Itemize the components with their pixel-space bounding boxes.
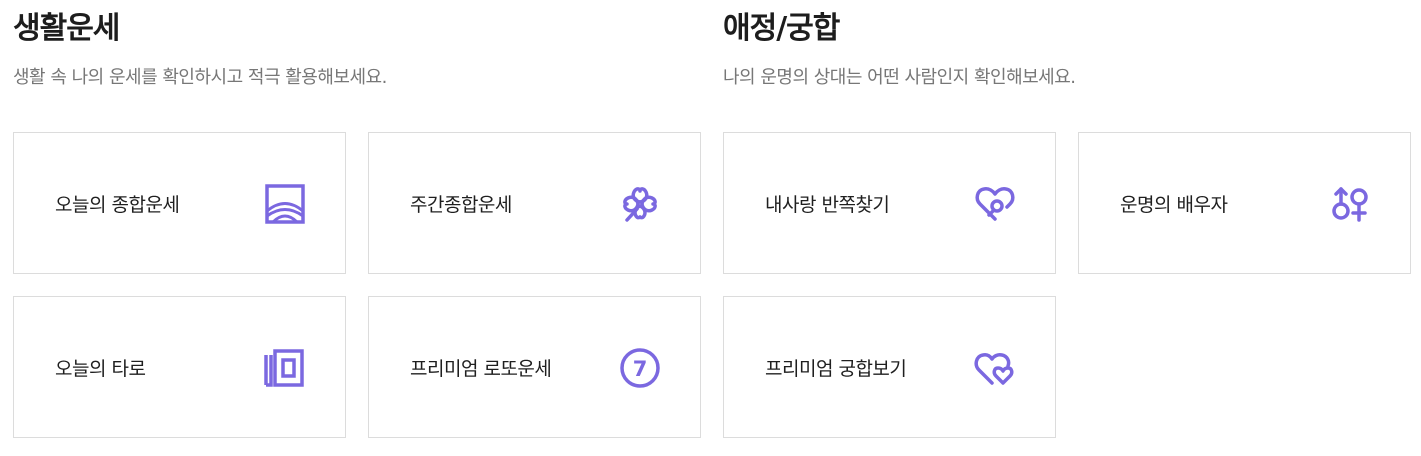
section-description-life: 생활 속 나의 운세를 확인하시고 적극 활용해보세요.: [13, 67, 387, 88]
sunrise-window-icon: [264, 183, 306, 225]
card-label: 프리미엄 로또운세: [410, 358, 552, 380]
clover-icon: [619, 183, 661, 225]
card-today-tarot[interactable]: 오늘의 타로: [13, 296, 346, 438]
card-label: 오늘의 타로: [55, 358, 146, 380]
card-weekly-fortune[interactable]: 주간종합운세: [368, 132, 701, 274]
card-premium-compatibility[interactable]: 프리미엄 궁합보기: [723, 296, 1056, 438]
card-label: 내사랑 반쪽찾기: [765, 194, 890, 216]
heart-search-icon: [974, 183, 1016, 225]
card-label: 오늘의 종합운세: [55, 194, 180, 216]
card-find-soulmate[interactable]: 내사랑 반쪽찾기: [723, 132, 1056, 274]
card-label: 주간종합운세: [410, 194, 512, 216]
card-label: 프리미엄 궁합보기: [765, 358, 907, 380]
tarot-cards-icon: [264, 347, 306, 389]
section-title-love: 애정/궁합: [723, 11, 840, 46]
card-premium-lotto[interactable]: 프리미엄 로또운세 7: [368, 296, 701, 438]
lotto-ball-7-icon: 7: [619, 347, 661, 389]
card-today-fortune[interactable]: 오늘의 종합운세: [13, 132, 346, 274]
card-destined-spouse[interactable]: 운명의 배우자: [1078, 132, 1411, 274]
gender-symbols-icon: [1329, 183, 1371, 225]
card-label: 운명의 배우자: [1120, 194, 1228, 216]
double-heart-icon: [974, 347, 1016, 389]
section-description-love: 나의 운명의 상대는 어떤 사람인지 확인해보세요.: [723, 67, 1076, 88]
section-title-life: 생활운세: [13, 11, 120, 46]
lotto-number-text: 7: [633, 357, 648, 381]
